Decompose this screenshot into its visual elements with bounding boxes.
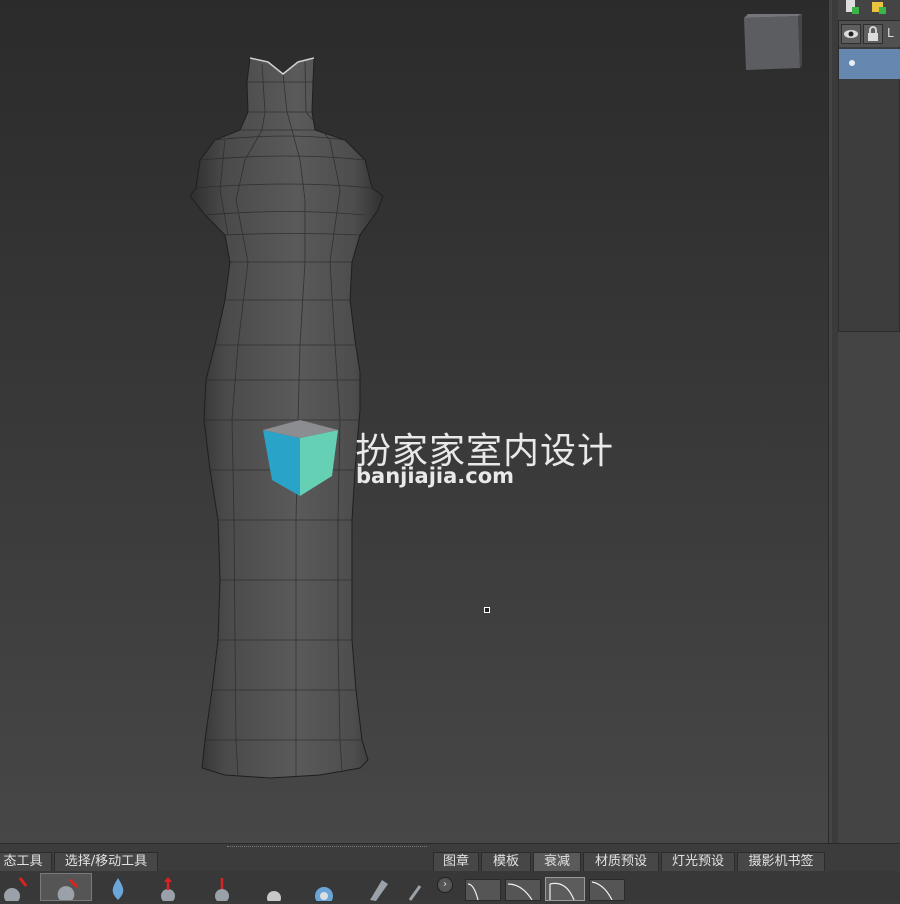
watermark: 扮家家室内设计 banjiajia.com bbox=[260, 418, 650, 498]
tab-label: 摄影机书签 bbox=[748, 854, 814, 869]
tab-camera-bookmarks[interactable]: 摄影机书签 bbox=[737, 852, 825, 871]
lock-toggle[interactable] bbox=[863, 24, 883, 44]
falloff-preset-1[interactable] bbox=[465, 879, 501, 901]
move-tool-icon[interactable] bbox=[156, 874, 184, 901]
pivot-marker bbox=[484, 607, 490, 613]
tab-label: 灯光预设 bbox=[671, 854, 724, 869]
tab-label: 模板 bbox=[492, 854, 519, 869]
tab-pose-tools[interactable]: 态工具 bbox=[0, 852, 52, 871]
bottom-shelf: 态工具 选择/移动工具 图章 模板 衰减 材质预设 灯光预设 摄影机书签 › bbox=[0, 843, 900, 901]
cut-tool-icon[interactable] bbox=[406, 874, 426, 901]
layer-list[interactable]: L bbox=[838, 20, 900, 332]
falloff-preset-4[interactable] bbox=[589, 879, 625, 901]
layer-header: L bbox=[839, 21, 900, 47]
layer-row-selected[interactable] bbox=[839, 49, 900, 79]
layer-toolbar bbox=[839, 0, 900, 18]
falloff-curve-icon bbox=[549, 882, 575, 901]
watermark-url: banjiajia.com bbox=[356, 464, 515, 488]
rotate-tool-icon[interactable] bbox=[208, 874, 236, 901]
lock-icon bbox=[868, 26, 878, 41]
3d-viewport[interactable]: 扮家家室内设计 banjiajia.com bbox=[0, 0, 828, 843]
tab-stamp[interactable]: 图章 bbox=[433, 852, 479, 871]
gear-tool-icon[interactable] bbox=[310, 874, 338, 901]
visibility-toggle[interactable] bbox=[841, 24, 861, 44]
new-folder-icon[interactable] bbox=[871, 0, 887, 14]
drop-tool-icon[interactable] bbox=[104, 874, 132, 901]
tab-label: 图章 bbox=[442, 854, 469, 869]
tab-template[interactable]: 模板 bbox=[481, 852, 531, 871]
watermark-logo-icon bbox=[263, 420, 338, 496]
layer-column-label: L bbox=[887, 26, 894, 40]
tab-label: 选择/移动工具 bbox=[64, 854, 148, 869]
sphere-tool-icon[interactable] bbox=[260, 874, 288, 901]
layer-bullet bbox=[849, 60, 855, 66]
tab-label: 衰减 bbox=[543, 854, 570, 869]
tab-select-move-tools[interactable]: 选择/移动工具 bbox=[54, 852, 158, 871]
pen-tool-icon[interactable] bbox=[364, 874, 392, 901]
tab-label: 态工具 bbox=[3, 854, 43, 869]
shelf-divider bbox=[227, 846, 427, 850]
tab-label: 材质预设 bbox=[594, 854, 647, 869]
new-layer-icon[interactable] bbox=[844, 0, 860, 14]
falloff-preset-2[interactable] bbox=[505, 879, 541, 901]
view-cube[interactable] bbox=[740, 14, 802, 72]
tab-light-presets[interactable]: 灯光预设 bbox=[661, 852, 735, 871]
tab-material-presets[interactable]: 材质预设 bbox=[583, 852, 659, 871]
pose-tool-icon[interactable] bbox=[0, 874, 28, 901]
falloff-curve-icon bbox=[507, 883, 533, 901]
tab-falloff[interactable]: 衰减 bbox=[533, 852, 581, 871]
scroll-right-button[interactable]: › bbox=[437, 877, 453, 893]
falloff-preset-3[interactable] bbox=[545, 877, 585, 901]
eye-icon bbox=[844, 30, 858, 38]
falloff-curve-icon bbox=[591, 881, 613, 901]
falloff-curve-icon bbox=[467, 883, 479, 901]
select-tool-icon[interactable] bbox=[40, 873, 92, 901]
